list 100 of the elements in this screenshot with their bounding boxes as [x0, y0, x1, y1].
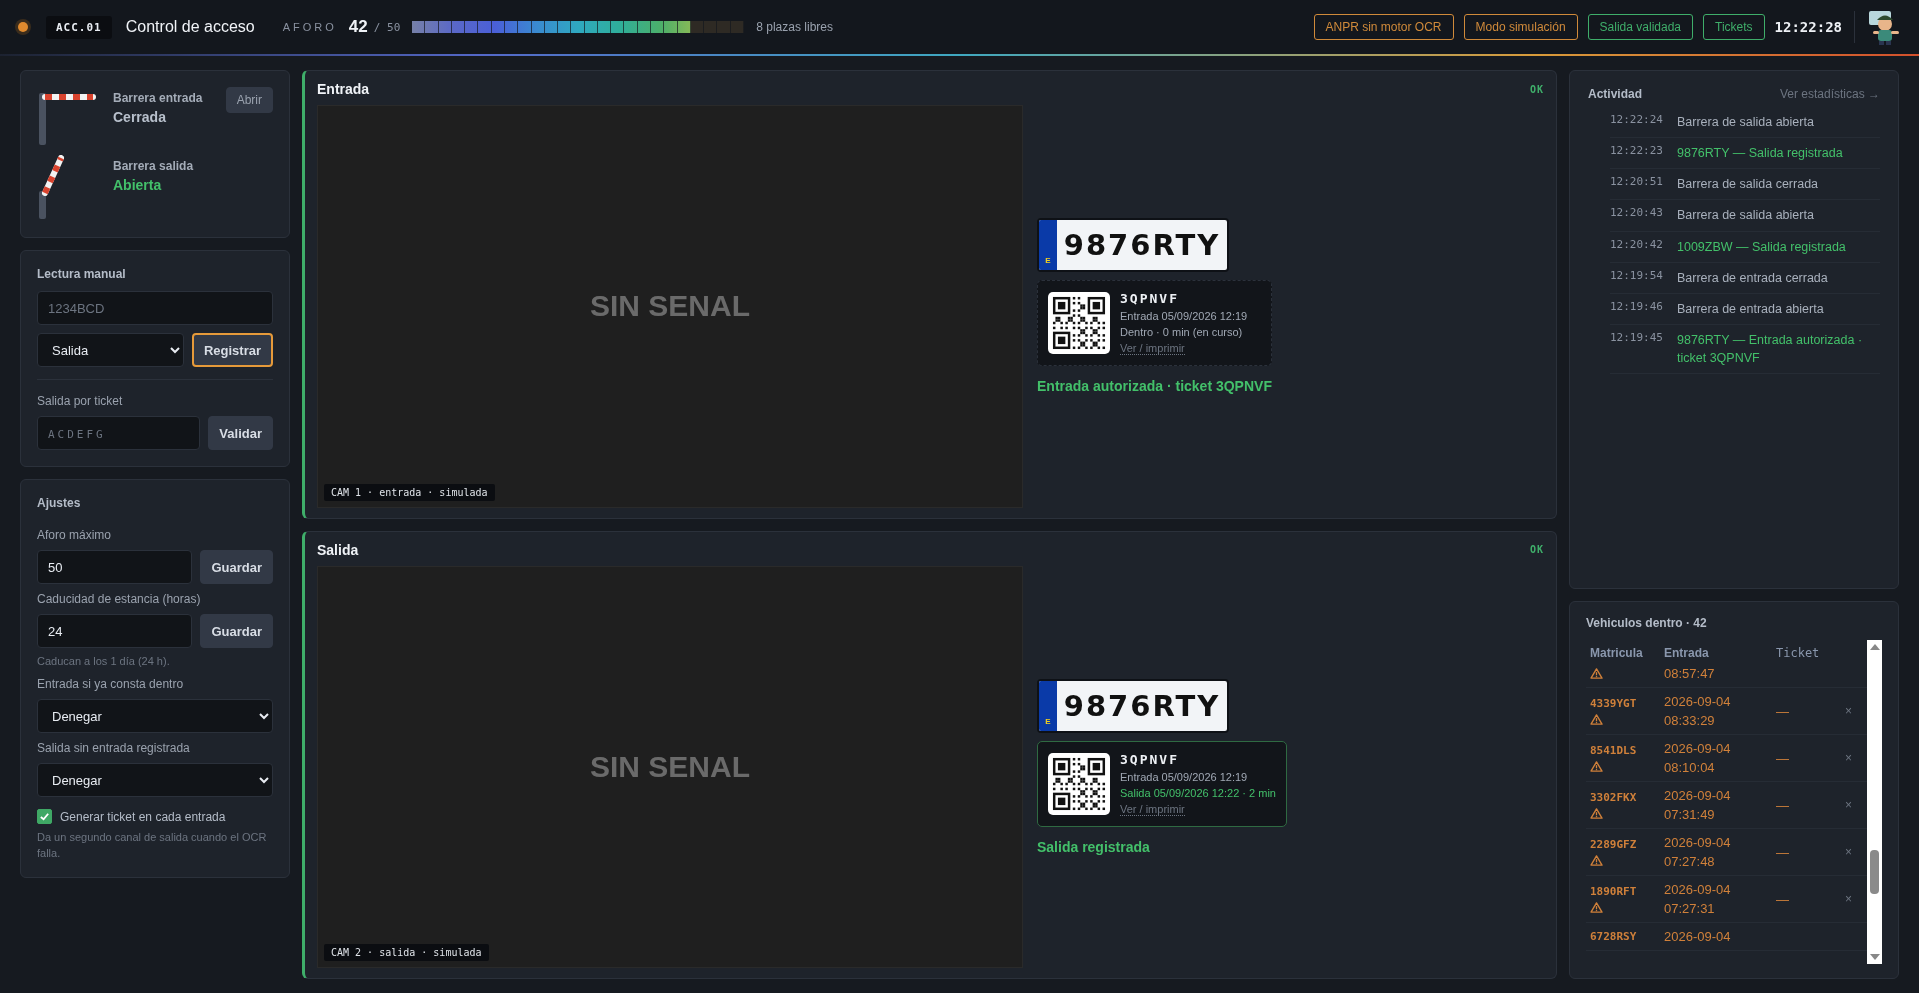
column-header: Entrada [1664, 646, 1710, 660]
scrollbar-thumb[interactable] [1870, 850, 1879, 894]
event-text: Barrera de salida cerrada [1677, 176, 1819, 194]
ticket-detail: Entrada 05/09/2026 12:19 [1120, 770, 1249, 783]
entry-time: 07:27:31 [1664, 901, 1716, 916]
barrier-label: Barrera entrada [113, 91, 204, 105]
scroll-down-icon[interactable] [1869, 954, 1880, 960]
lane-status: OK [1529, 83, 1544, 95]
plate-cell-text: 4339YGT [1590, 697, 1638, 710]
app-title: Control de acceso [125, 18, 255, 36]
section-title: Actividad [1588, 87, 1642, 101]
field-label: Aforo máximo [37, 528, 113, 542]
hint-text: Da un segundo canal de salida cuando el OCR falla. [37, 830, 268, 861]
ticket-cell: — [1776, 750, 1789, 766]
entry-date: 2026-09-04 [1664, 788, 1732, 803]
ticket-cell: — [1776, 703, 1789, 719]
barrier-state: Abierta [113, 177, 163, 193]
print-link[interactable]: Ver / imprimir [1120, 802, 1185, 816]
entry-date: 2026-09-04 [1664, 741, 1732, 756]
remove-button[interactable]: × [1843, 704, 1854, 718]
save-button[interactable]: Guardar [200, 614, 273, 648]
ticket-detail: Dentro · 0 min (en curso) [1120, 326, 1244, 339]
plate-number: 9876RTY [1062, 227, 1222, 265]
plate-country: E [1039, 680, 1057, 731]
column-header: Ticket [1776, 646, 1821, 660]
qr-code-icon [1048, 752, 1110, 815]
camera-caption: CAM 1 · entrada · simulada [324, 483, 495, 501]
ticket-code: 3QPNVF [1120, 291, 1180, 307]
event-text: Barrera de salida abierta [1677, 114, 1814, 131]
clock: 12:22:28 [1774, 19, 1842, 35]
event-text: Barrera de entrada abierta [1677, 300, 1824, 318]
entry-time: 08:10:04 [1664, 760, 1716, 775]
entry-time: 07:31:49 [1664, 807, 1716, 822]
column-header: Matricula [1590, 646, 1644, 660]
lane-result: Salida registrada [1037, 838, 1151, 855]
plate-number: 9876RTY [1062, 687, 1222, 725]
event-time: 12:19:46 [1610, 299, 1663, 315]
remove-button[interactable]: × [1843, 892, 1854, 906]
event-time: 12:19:54 [1610, 268, 1663, 284]
no-signal-text: SIN SENAL [590, 749, 750, 784]
no-signal-text: SIN SENAL [590, 289, 750, 324]
number-input[interactable]: 24 [37, 614, 193, 648]
event-text: Barrera de entrada cerrada [1677, 269, 1828, 287]
policy-select[interactable]: Denegar [37, 763, 273, 798]
status-badge[interactable]: Salida validada [1587, 14, 1693, 40]
event-time: 12:20:51 [1610, 175, 1663, 191]
plate-country: E [1039, 220, 1057, 271]
ticket-input[interactable]: ACDEFG [37, 416, 201, 450]
capacity-count: 42 [348, 17, 368, 37]
status-badge[interactable]: Tickets [1703, 14, 1765, 40]
register-button[interactable]: Registrar [191, 333, 273, 367]
event-time: 12:20:43 [1610, 206, 1663, 222]
checkbox-label: Generar ticket en cada entrada [60, 809, 226, 824]
direction-select[interactable]: Salida [37, 333, 184, 367]
event-text: 9876RTY — Entrada autorizada · ticket 3QPNVF [1677, 331, 1864, 367]
ticket-code: 3QPNVF [1120, 751, 1180, 767]
print-link[interactable]: Ver / imprimir [1120, 342, 1185, 356]
entry-date: 2026-09-04 [1664, 835, 1732, 850]
field-label: Salida sin entrada registrada [37, 741, 191, 756]
event-time: 12:20:42 [1610, 237, 1663, 253]
open-button[interactable]: Abrir [225, 87, 273, 113]
event-text: 1009ZBW — Salida registrada [1677, 238, 1846, 256]
remove-button[interactable]: × [1843, 845, 1854, 859]
number-input[interactable]: 50 [37, 550, 193, 584]
field-label: Caducidad de estancia (horas) [37, 592, 202, 606]
remove-button[interactable]: × [1843, 798, 1854, 812]
event-text: Barrera de salida abierta [1677, 207, 1814, 225]
plate-cell-text: 8541DLS [1590, 744, 1638, 757]
section-title: Vehiculos dentro · 42 [1586, 616, 1708, 630]
ticket-detail: Entrada 05/09/2026 12:19 [1120, 310, 1248, 323]
save-button[interactable]: Guardar [200, 550, 273, 584]
lane-title: Entrada [317, 81, 370, 97]
entry-date: 2026-09-04 [1664, 694, 1732, 709]
plate-cell-text: 1890RFT [1590, 885, 1638, 898]
plate-cell-text: 3302FKX [1590, 791, 1638, 804]
statistics-link[interactable]: Ver estadísticas → [1779, 87, 1880, 101]
validate-button[interactable]: Validar [208, 416, 273, 450]
field-label: Entrada si ya consta dentro [37, 677, 185, 692]
checkbox[interactable] [37, 809, 52, 825]
scrollbar[interactable] [1867, 640, 1882, 964]
camera-caption: CAM 2 · salida · simulada [324, 944, 489, 961]
policy-select[interactable]: Denegar [37, 699, 273, 734]
plate-input[interactable]: 1234BCD [37, 291, 273, 325]
capacity-max: / 50 [373, 20, 401, 34]
qr-code-icon [1048, 292, 1110, 355]
ticket-cell: — [1776, 844, 1789, 860]
status-badge[interactable]: ANPR sin motor OCR [1313, 14, 1454, 40]
event-time: 12:22:23 [1610, 144, 1663, 160]
lane-result: Entrada autorizada · ticket 3QPNVF [1037, 378, 1272, 395]
station-tag: ACC.01 [46, 15, 112, 39]
entry-time: 07:27:48 [1664, 854, 1716, 869]
lane-status: OK [1529, 544, 1544, 555]
barrier-state: Cerrada [113, 109, 167, 125]
remove-button[interactable]: × [1843, 751, 1854, 765]
ticket-detail: Salida 05/09/2026 12:22 · 2 min [1120, 786, 1276, 799]
scroll-up-icon[interactable] [1869, 644, 1880, 650]
event-time: 12:22:24 [1610, 113, 1663, 128]
event-time: 12:19:45 [1610, 330, 1663, 346]
entry-time: 08:57:47 [1664, 666, 1716, 681]
status-badge[interactable]: Modo simulación [1463, 14, 1578, 40]
